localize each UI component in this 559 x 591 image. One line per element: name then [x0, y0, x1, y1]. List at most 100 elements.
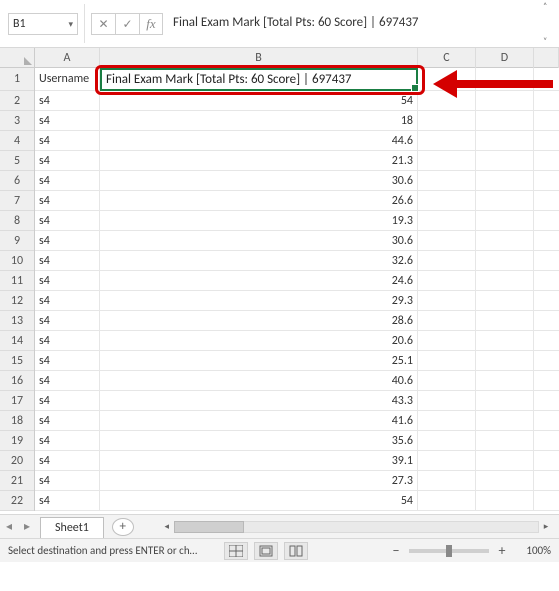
cell[interactable] — [418, 91, 476, 110]
cell[interactable]: 29.3 — [100, 291, 418, 310]
cell[interactable] — [476, 68, 534, 90]
cell[interactable] — [476, 431, 534, 450]
scroll-right-icon[interactable]: ▸ — [539, 521, 553, 532]
cell[interactable] — [418, 311, 476, 330]
cell[interactable] — [418, 68, 476, 90]
cell[interactable]: 54 — [100, 91, 418, 110]
cell[interactable] — [476, 371, 534, 390]
row-header[interactable]: 2 — [0, 91, 34, 111]
cell[interactable]: s4 — [35, 431, 100, 450]
row-header[interactable]: 15 — [0, 351, 34, 371]
cell[interactable] — [476, 391, 534, 410]
cell[interactable]: 25.1 — [100, 351, 418, 370]
cell[interactable] — [476, 331, 534, 350]
formula-input[interactable]: Final Exam Mark [Total Pts: 60 Score] | … — [163, 0, 539, 47]
zoom-level[interactable]: 100% — [515, 544, 551, 557]
cell[interactable]: s4 — [35, 471, 100, 490]
cell[interactable] — [476, 191, 534, 210]
cell[interactable] — [418, 411, 476, 430]
cell[interactable]: 26.6 — [100, 191, 418, 210]
cell[interactable] — [418, 271, 476, 290]
scroll-thumb[interactable] — [174, 521, 244, 533]
cell[interactable]: s4 — [35, 151, 100, 170]
cell[interactable] — [476, 231, 534, 250]
cell[interactable]: s4 — [35, 131, 100, 150]
cell[interactable]: 24.6 — [100, 271, 418, 290]
row-header[interactable]: 14 — [0, 331, 34, 351]
column-header-d[interactable]: D — [476, 48, 534, 68]
row-header[interactable]: 10 — [0, 251, 34, 271]
cell[interactable] — [476, 211, 534, 230]
cell[interactable] — [418, 111, 476, 130]
row-header[interactable]: 17 — [0, 391, 34, 411]
horizontal-scrollbar[interactable]: ◂ ▸ — [160, 519, 553, 535]
sheet-tab[interactable]: Sheet1 — [40, 517, 104, 538]
enter-button[interactable]: ✓ — [115, 13, 139, 35]
cell[interactable]: s4 — [35, 311, 100, 330]
cancel-button[interactable]: ✕ — [91, 13, 115, 35]
cell[interactable] — [418, 171, 476, 190]
row-header[interactable]: 4 — [0, 131, 34, 151]
cell[interactable]: 43.3 — [100, 391, 418, 410]
row-header[interactable]: 18 — [0, 411, 34, 431]
cell-a1[interactable]: Username — [35, 68, 100, 90]
cell[interactable] — [476, 271, 534, 290]
cell[interactable]: 21.3 — [100, 151, 418, 170]
normal-view-button[interactable] — [224, 542, 248, 560]
cell[interactable] — [418, 331, 476, 350]
zoom-in-button[interactable]: + — [495, 544, 509, 558]
cell[interactable] — [418, 191, 476, 210]
insert-function-button[interactable]: fx — [139, 13, 163, 35]
cell[interactable]: s4 — [35, 211, 100, 230]
cell[interactable]: s4 — [35, 351, 100, 370]
cell[interactable]: s4 — [35, 251, 100, 270]
page-break-view-button[interactable] — [284, 542, 308, 560]
zoom-slider-track[interactable] — [409, 549, 489, 553]
cell[interactable]: 19.3 — [100, 211, 418, 230]
cell[interactable]: s4 — [35, 231, 100, 250]
cell[interactable]: 20.6 — [100, 331, 418, 350]
cell[interactable]: 30.6 — [100, 231, 418, 250]
page-layout-view-button[interactable] — [254, 542, 278, 560]
cells-area[interactable]: UsernameFinal Exam Mark [Total Pts: 60 S… — [35, 68, 559, 511]
cell[interactable] — [476, 131, 534, 150]
cell[interactable] — [476, 491, 534, 510]
cell[interactable] — [418, 491, 476, 510]
cell[interactable] — [418, 371, 476, 390]
row-header[interactable]: 22 — [0, 491, 34, 511]
row-header[interactable]: 8 — [0, 211, 34, 231]
cell[interactable] — [476, 471, 534, 490]
column-header-a[interactable]: A — [35, 48, 100, 68]
cell[interactable]: s4 — [35, 171, 100, 190]
cell[interactable] — [476, 351, 534, 370]
cell[interactable]: 30.6 — [100, 171, 418, 190]
zoom-out-button[interactable]: − — [389, 544, 403, 558]
cell[interactable] — [476, 311, 534, 330]
column-header-c[interactable]: C — [418, 48, 476, 68]
add-sheet-button[interactable]: + — [112, 518, 134, 536]
cell[interactable]: s4 — [35, 491, 100, 510]
scroll-left-icon[interactable]: ◂ — [160, 521, 174, 532]
cell[interactable] — [418, 471, 476, 490]
cell[interactable]: 40.6 — [100, 371, 418, 390]
row-header[interactable]: 19 — [0, 431, 34, 451]
cell[interactable] — [418, 351, 476, 370]
cell[interactable]: s4 — [35, 271, 100, 290]
select-all-corner[interactable] — [0, 48, 35, 68]
tab-nav-next[interactable]: ▸ — [18, 519, 36, 534]
row-header[interactable]: 9 — [0, 231, 34, 251]
cell[interactable] — [418, 391, 476, 410]
cell[interactable]: 39.1 — [100, 451, 418, 470]
cell[interactable]: s4 — [35, 391, 100, 410]
row-header[interactable]: 1 — [0, 68, 34, 91]
row-header[interactable]: 16 — [0, 371, 34, 391]
expand-down-icon[interactable]: ˅ — [543, 37, 555, 45]
cell[interactable] — [476, 291, 534, 310]
cell[interactable]: 27.3 — [100, 471, 418, 490]
cell[interactable]: s4 — [35, 191, 100, 210]
cell[interactable] — [418, 231, 476, 250]
cell[interactable] — [476, 451, 534, 470]
cell[interactable]: s4 — [35, 331, 100, 350]
cell[interactable] — [418, 451, 476, 470]
expand-up-icon[interactable]: ˄ — [543, 2, 555, 10]
